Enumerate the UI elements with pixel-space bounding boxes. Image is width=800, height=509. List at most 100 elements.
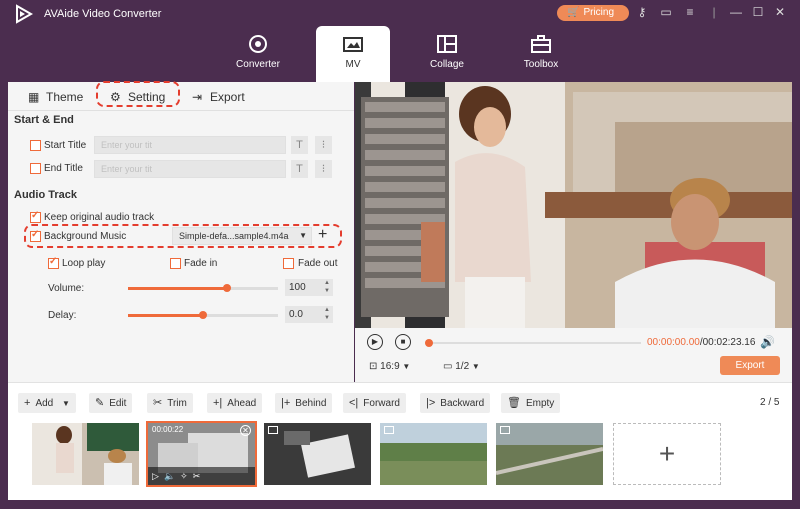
clip-thumbnail[interactable] — [32, 423, 139, 485]
delay-slider-fill — [128, 314, 203, 317]
subtab-export-label: Export — [210, 90, 245, 104]
menu-icon[interactable]: ≡ — [682, 4, 698, 20]
maximize-icon[interactable]: ☐ — [750, 4, 766, 20]
stepper-icon[interactable]: ▲ ▼ — [324, 306, 330, 322]
stepper-icon[interactable]: ▲ ▼ — [324, 279, 330, 295]
text-style-icon[interactable]: T — [291, 136, 308, 154]
clip-thumbnail[interactable] — [380, 423, 487, 485]
delay-slider[interactable] — [128, 311, 278, 319]
key-icon[interactable]: ⚷ — [634, 4, 650, 20]
clip-image — [32, 423, 139, 485]
stop-icon[interactable]: ■ — [395, 334, 411, 350]
cart-icon: 🛒 — [567, 7, 580, 18]
pricing-label: Pricing — [583, 7, 615, 18]
delay-slider-knob[interactable] — [199, 311, 207, 319]
volume-slider-fill — [128, 287, 227, 290]
trash-icon: 🗑 — [507, 397, 521, 409]
plus-icon: + — [24, 397, 31, 409]
volume-icon[interactable]: 🔈 — [164, 471, 175, 481]
clip-image — [380, 423, 487, 485]
empty-button[interactable]: 🗑 Empty — [501, 393, 561, 413]
start-title-input[interactable]: Enter your tit — [94, 136, 286, 154]
tab-toolbox[interactable]: Toolbox — [504, 26, 578, 82]
fade-out-label: Fade out — [298, 258, 338, 269]
clip-thumbnail[interactable] — [496, 423, 603, 485]
fade-in-checkbox[interactable] — [170, 258, 181, 269]
start-title-label: Start Title — [44, 140, 87, 151]
delay-value: 0.0 — [289, 309, 303, 320]
film-icon — [268, 426, 278, 434]
magic-wand-icon: ✎ — [95, 397, 105, 409]
time-total: /00:02:23.16 — [699, 337, 756, 348]
audio-track-heading: Audio Track — [14, 189, 77, 201]
clip-duration: 00:00:22 — [152, 425, 184, 434]
tab-converter-label: Converter — [236, 59, 280, 70]
screen-value: 1/2 — [455, 361, 470, 372]
seek-knob[interactable] — [425, 339, 433, 347]
pricing-button[interactable]: 🛒 Pricing — [557, 5, 629, 21]
screen-select[interactable]: ▭ 1/2 ▼ — [443, 361, 480, 372]
tab-converter[interactable]: Converter — [221, 26, 295, 82]
scissors-icon[interactable]: ✂ — [193, 471, 201, 481]
page-indicator: 2 / 5 — [760, 397, 780, 408]
app-title: AVAide Video Converter — [44, 8, 162, 20]
plus-icon: + — [658, 438, 676, 469]
behind-button[interactable]: |+ Behind — [275, 393, 333, 413]
video-preview — [355, 82, 792, 328]
play-icon[interactable]: ▶ — [367, 334, 383, 350]
tab-collage-label: Collage — [430, 59, 464, 70]
keep-original-checkbox[interactable] — [30, 210, 41, 223]
play-icon[interactable]: ▷ — [152, 471, 159, 481]
grid-icon[interactable]: ⁝ — [315, 136, 332, 154]
volume-slider[interactable] — [128, 284, 278, 292]
ahead-button[interactable]: +| Ahead — [207, 393, 263, 413]
divider — [8, 110, 354, 111]
effects-icon[interactable]: ✧ — [180, 471, 188, 481]
add-label: Add — [35, 398, 54, 409]
close-icon[interactable]: ✕ — [772, 4, 788, 20]
time-current: 00:00:00.00 — [647, 337, 700, 348]
tab-mv-label: MV — [345, 59, 361, 70]
delay-label: Delay: — [48, 310, 77, 321]
start-title-checkbox[interactable] — [30, 140, 41, 151]
scissors-icon: ✂ — [153, 397, 163, 409]
trim-button[interactable]: ✂ Trim — [147, 393, 193, 413]
ahead-label: Ahead — [227, 398, 257, 409]
add-clip-slot[interactable]: + — [613, 423, 721, 485]
add-button[interactable]: + Add ▼ — [18, 393, 76, 413]
volume-slider-knob[interactable] — [223, 284, 231, 292]
subtab-export[interactable]: ⇥ Export — [192, 86, 245, 108]
volume-input[interactable]: 100 ▲ ▼ — [285, 279, 333, 296]
loop-play-label: Loop play — [62, 258, 106, 269]
feedback-icon[interactable]: ▭ — [658, 4, 674, 20]
aspect-ratio-select[interactable]: ⊡ 16:9 ▼ — [369, 361, 410, 372]
toolbox-icon — [531, 35, 551, 53]
volume-icon[interactable]: 🔊 — [760, 335, 775, 349]
chevron-down-icon: ▼ — [402, 362, 411, 371]
seek-bar[interactable] — [425, 339, 641, 347]
tab-mv[interactable]: MV — [316, 26, 390, 82]
keep-original-label: Keep original audio track — [44, 212, 155, 223]
minimize-icon[interactable]: — — [728, 4, 744, 20]
fade-out-checkbox[interactable] — [283, 258, 294, 269]
start-end-heading: Start & End — [14, 114, 74, 126]
forward-button[interactable]: <| Forward — [343, 393, 406, 413]
clip-thumbnail-selected[interactable]: 00:00:22 ✕ ▷ 🔈 ✧ ✂ — [146, 421, 257, 487]
background-music-highlight — [24, 224, 342, 248]
chevron-down-icon: ▼ — [471, 362, 480, 371]
tab-collage[interactable]: Collage — [410, 26, 484, 82]
behind-icon: |+ — [281, 397, 291, 409]
subtab-theme[interactable]: ▦ Theme — [28, 86, 83, 108]
grid-icon[interactable]: ⁝ — [315, 160, 332, 178]
loop-play-checkbox[interactable] — [48, 256, 59, 269]
trim-label: Trim — [167, 398, 187, 409]
end-title-input[interactable]: Enter your tit — [94, 160, 286, 178]
edit-button[interactable]: ✎ Edit — [89, 393, 133, 413]
close-icon[interactable]: ✕ — [240, 425, 251, 436]
delay-input[interactable]: 0.0 ▲ ▼ — [285, 306, 333, 323]
clip-thumbnail[interactable] — [264, 423, 371, 485]
export-button[interactable]: Export — [720, 356, 780, 375]
text-style-icon[interactable]: T — [291, 160, 308, 178]
backward-button[interactable]: |> Backward — [420, 393, 491, 413]
end-title-checkbox[interactable] — [30, 163, 41, 174]
